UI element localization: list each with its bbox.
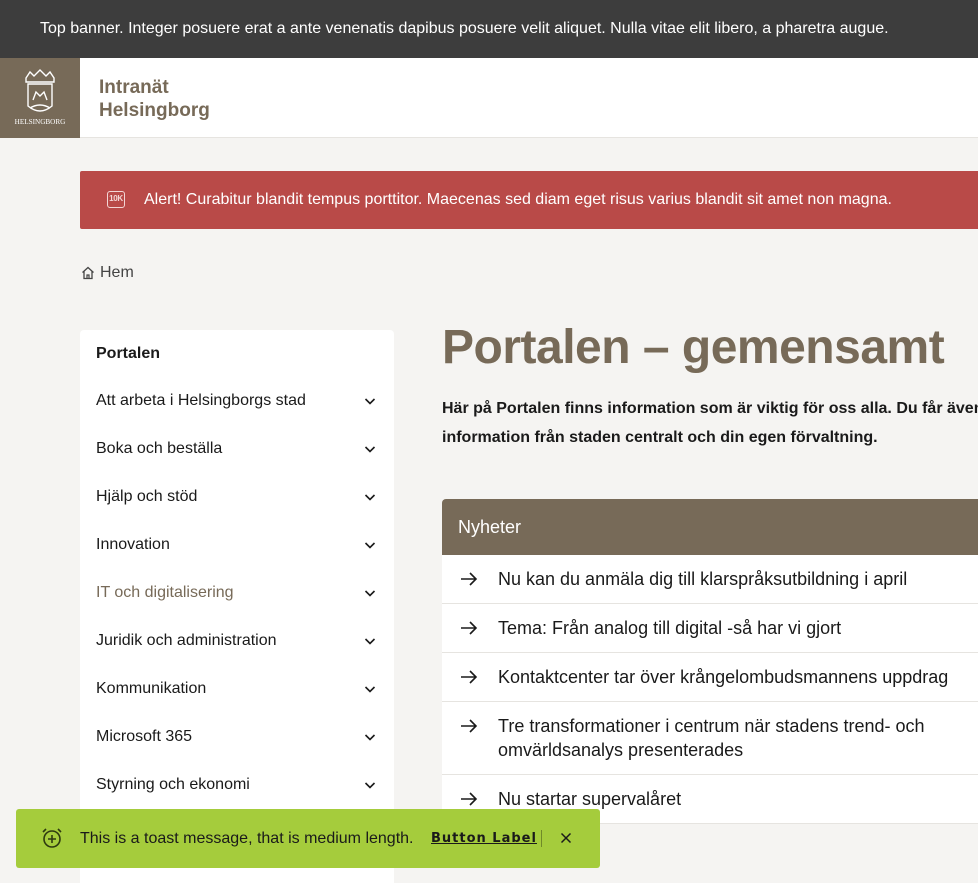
- sidebar-item-label: Juridik och administration: [96, 632, 277, 649]
- news-item-title: Tre transformationer i centrum när stade…: [498, 716, 925, 760]
- toast-message: This is a toast message, that is medium …: [80, 830, 414, 847]
- chevron-down-icon[interactable]: [364, 635, 376, 647]
- sidebar-item[interactable]: Styrning och ekonomi: [80, 761, 394, 809]
- page-lead: Här på Portalen finns information som är…: [442, 400, 978, 446]
- chevron-down-icon[interactable]: [364, 683, 376, 695]
- close-icon[interactable]: [560, 832, 572, 844]
- arrow-right-icon: [461, 670, 478, 684]
- sidebar-item-label: Styrning och ekonomi: [96, 776, 250, 793]
- sidebar-item[interactable]: Juridik och administration: [80, 617, 394, 665]
- news-heading: Nyheter: [442, 499, 978, 555]
- site-name-line2: Helsingborg: [99, 100, 210, 121]
- news-item[interactable]: Tema: Från analog till digital -så har v…: [442, 604, 978, 653]
- sidebar-item[interactable]: Kommunikation: [80, 665, 394, 713]
- sidebar-item[interactable]: Att arbeta i Helsingborgs stad: [80, 377, 394, 425]
- chevron-down-icon[interactable]: [364, 395, 376, 407]
- chevron-down-icon[interactable]: [364, 779, 376, 791]
- news-item[interactable]: Kontaktcenter tar över krångelombudsmann…: [442, 653, 978, 702]
- sidebar-item-label: IT och digitalisering: [96, 584, 234, 601]
- top-banner: Top banner. Integer posuere erat a ante …: [0, 0, 978, 58]
- page-title: Portalen – gemensamt: [442, 321, 945, 374]
- arrow-right-icon: [461, 719, 478, 733]
- sidebar-item-label: Boka och beställa: [96, 440, 223, 457]
- arrow-right-icon: [461, 572, 478, 586]
- sidebar-item-label: Innovation: [96, 536, 170, 553]
- news-item[interactable]: Tre transformationer i centrum när stade…: [442, 702, 978, 775]
- city-logo[interactable]: HELSINGBORG: [0, 58, 80, 138]
- alert-icon: 10K: [107, 191, 125, 208]
- chevron-down-icon[interactable]: [364, 731, 376, 743]
- sidebar-title[interactable]: Portalen: [96, 345, 160, 363]
- toast-action-button[interactable]: Button Label: [431, 809, 537, 868]
- toast-divider: [541, 830, 542, 847]
- chevron-down-icon[interactable]: [364, 539, 376, 551]
- alert-banner: 10K Alert! Curabitur blandit tempus port…: [80, 171, 978, 229]
- sidebar-item-label: Att arbeta i Helsingborgs stad: [96, 392, 306, 409]
- sidebar-item[interactable]: Boka och beställa: [80, 425, 394, 473]
- alarm-add-icon: [42, 828, 62, 848]
- top-banner-text: Top banner. Integer posuere erat a ante …: [40, 20, 889, 37]
- news-item-title: Tema: Från analog till digital -så har v…: [498, 618, 842, 638]
- site-name-line1: Intranät: [99, 77, 169, 98]
- sidebar-item-label: Hjälp och stöd: [96, 488, 198, 505]
- arrow-right-icon: [461, 792, 478, 806]
- home-icon: [82, 266, 94, 280]
- sidebar-item[interactable]: IT och digitalisering: [80, 569, 394, 617]
- news-item-title: Kontaktcenter tar över krångelombudsmann…: [498, 667, 949, 687]
- alert-text: Alert! Curabitur blandit tempus porttito…: [144, 191, 892, 208]
- site-name[interactable]: Intranät Helsingborg: [99, 76, 210, 122]
- sidebar-item[interactable]: Hjälp och stöd: [80, 473, 394, 521]
- breadcrumb-home-link[interactable]: Hem: [100, 264, 134, 282]
- sidebar-item[interactable]: Innovation: [80, 521, 394, 569]
- crest-icon: HELSINGBORG: [15, 69, 66, 126]
- news-item-title: Nu startar supervalåret: [498, 789, 682, 809]
- toast-notification: This is a toast message, that is medium …: [16, 809, 600, 868]
- chevron-down-icon[interactable]: [364, 587, 376, 599]
- sidebar-nav: Portalen Att arbeta i Helsingborgs stad B…: [80, 330, 394, 883]
- news-item-title: Nu kan du anmäla dig till klarspråksutbi…: [498, 569, 908, 589]
- breadcrumb: Hem: [81, 264, 134, 282]
- news-item[interactable]: Nu kan du anmäla dig till klarspråksutbi…: [442, 555, 978, 604]
- sidebar-item-label: Microsoft 365: [96, 728, 193, 745]
- site-header: HELSINGBORG Intranät Helsingborg: [0, 58, 978, 138]
- sidebar-item-label: Kommunikation: [96, 680, 207, 697]
- chevron-down-icon[interactable]: [364, 491, 376, 503]
- logo-text: HELSINGBORG: [15, 118, 66, 126]
- arrow-right-icon: [461, 621, 478, 635]
- sidebar-item[interactable]: Microsoft 365: [80, 713, 394, 761]
- chevron-down-icon[interactable]: [364, 443, 376, 455]
- news-list: Nyheter Nu kan du anmäla dig till klarsp…: [442, 499, 978, 824]
